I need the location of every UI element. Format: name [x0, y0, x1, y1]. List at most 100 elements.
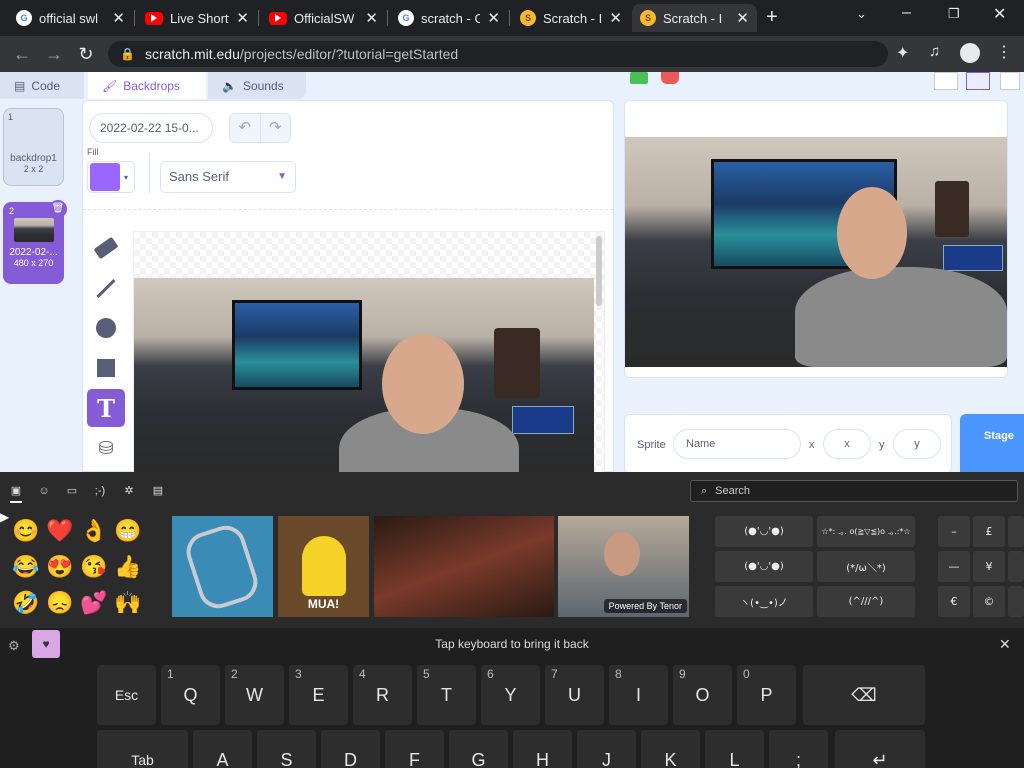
address-bar[interactable]: 🔒 scratch.mit.edu/projects/editor/?tutor… [108, 41, 888, 67]
restore-icon[interactable]: ❐ [948, 6, 960, 22]
stage-image[interactable] [625, 137, 1007, 367]
tab-sounds[interactable]: 🔈 Sounds [208, 72, 306, 99]
browser-tab[interactable]: S Scratch - Im ✕ [512, 4, 630, 32]
close-tab-icon[interactable]: ✕ [609, 9, 622, 27]
menu-kebab-icon[interactable]: ⋮ [996, 42, 1012, 62]
backdrop-tile[interactable]: 1 backdrop1 2 x 2 [3, 108, 64, 186]
canvas-scrollbar[interactable] [596, 236, 602, 306]
symbol-item-partial[interactable] [1008, 586, 1024, 617]
symbol-item[interactable]: € [938, 586, 970, 617]
key-s[interactable]: S [257, 730, 316, 768]
kaomoji-item[interactable]: (●'◡'●) [715, 516, 813, 547]
emoji-item[interactable]: 😞 [44, 588, 76, 618]
fill-tool[interactable]: ⛁ [87, 429, 125, 467]
symbol-item[interactable]: ¥ [973, 551, 1005, 582]
emoji-category-icon[interactable]: ☺ [36, 483, 52, 499]
close-tab-icon[interactable]: ✕ [236, 9, 249, 27]
key-k[interactable]: K [641, 730, 700, 768]
key-a[interactable]: A [193, 730, 252, 768]
fullscreen-icon[interactable] [1000, 72, 1020, 90]
back-icon[interactable]: ← [10, 42, 34, 66]
emoji-item[interactable]: 😍 [44, 552, 76, 582]
line-tool[interactable] [87, 269, 125, 307]
symbol-item[interactable]: £ [973, 516, 1005, 547]
key-g[interactable]: G [449, 730, 508, 768]
gif-audience[interactable] [374, 516, 554, 617]
emoji-search-input[interactable]: ⌕ Search [690, 480, 1018, 502]
browser-tab[interactable]: G scratch - G ✕ [390, 4, 508, 32]
emoji-item[interactable]: 😂 [10, 552, 42, 582]
key-t[interactable]: 5T [417, 665, 476, 725]
paint-canvas[interactable] [133, 231, 605, 472]
close-tab-icon[interactable]: ✕ [487, 9, 500, 27]
key-semicolon[interactable]: ; [769, 730, 828, 768]
kaomoji-category-icon[interactable]: ;-) [92, 483, 108, 499]
key-f[interactable]: F [385, 730, 444, 768]
gif-clippy[interactable] [172, 516, 273, 617]
kaomoji-item[interactable]: (●'◡'●) [715, 551, 813, 582]
key-backspace[interactable]: ⌫ [803, 665, 925, 725]
text-tool[interactable]: T [87, 389, 125, 427]
close-window-icon[interactable]: ✕ [993, 4, 1006, 24]
key-enter[interactable]: ↵ [835, 730, 925, 768]
rectangle-tool[interactable] [87, 349, 125, 387]
gif-category-icon[interactable]: ▭ [64, 483, 80, 499]
sprite-name-input[interactable]: Name [673, 429, 801, 459]
font-dropdown[interactable]: Sans Serif ▼ [160, 161, 296, 193]
key-o[interactable]: 9O [673, 665, 732, 725]
symbol-item[interactable]: © [973, 586, 1005, 617]
tab-backdrops[interactable]: 🖌 Backdrops [88, 72, 206, 99]
emoji-item[interactable]: 😊 [10, 516, 42, 546]
key-p[interactable]: 0P [737, 665, 796, 725]
close-tab-icon[interactable]: ✕ [112, 9, 125, 27]
minimize-icon[interactable]: – [902, 4, 911, 22]
browser-tab[interactable]: G official swl ✕ [8, 4, 133, 32]
close-tab-icon[interactable]: ✕ [365, 9, 378, 27]
key-i[interactable]: 8I [609, 665, 668, 725]
kaomoji-item[interactable]: ☆*: .｡. o(≧▽≦)o .｡.:*☆ [817, 516, 915, 547]
costume-name-input[interactable]: 2022-02-22 15-0... [89, 113, 213, 143]
delete-icon[interactable]: 🗑 [49, 200, 67, 218]
emoji-item[interactable]: 👌 [78, 516, 110, 546]
key-r[interactable]: 4R [353, 665, 412, 725]
extensions-icon[interactable]: ✦ [896, 43, 909, 63]
circle-tool[interactable] [87, 309, 125, 347]
stage-selector[interactable]: Stage [960, 414, 1024, 472]
small-stage-icon[interactable] [934, 72, 958, 90]
symbol-item-partial[interactable] [1008, 551, 1024, 582]
key-h[interactable]: H [513, 730, 572, 768]
symbols-category-icon[interactable]: ✲ [121, 483, 137, 499]
key-w[interactable]: 2W [225, 665, 284, 725]
key-j[interactable]: J [577, 730, 636, 768]
profile-avatar-icon[interactable] [960, 43, 980, 63]
eraser-tool[interactable] [87, 229, 125, 267]
key-u[interactable]: 7U [545, 665, 604, 725]
undo-icon[interactable]: ↶ [230, 114, 260, 142]
kaomoji-item[interactable]: (*/ω＼*) [817, 551, 915, 582]
key-l[interactable]: L [705, 730, 764, 768]
symbol-item[interactable]: – [938, 516, 970, 547]
clipboard-category-icon[interactable]: ▤ [150, 483, 166, 499]
symbol-item-partial[interactable] [1008, 516, 1024, 547]
kaomoji-item[interactable]: (^///^) [817, 586, 915, 617]
tab-search-icon[interactable]: ⌄ [856, 6, 867, 22]
key-y[interactable]: 6Y [481, 665, 540, 725]
fill-color-picker[interactable]: ▾ [87, 161, 135, 193]
y-input[interactable]: y [893, 429, 941, 459]
emoji-item[interactable]: 👍 [112, 552, 144, 582]
kaomoji-item[interactable]: ヽ(•‿•)ノ [715, 586, 813, 617]
green-flag-icon[interactable] [630, 72, 648, 84]
x-input[interactable]: x [823, 429, 871, 459]
media-control-icon[interactable]: ♫ [929, 43, 940, 60]
key-esc[interactable]: Esc [97, 665, 156, 725]
tab-code[interactable]: ▤ Code [0, 72, 84, 99]
browser-tab[interactable]: Live Shortw ✕ [137, 4, 257, 32]
new-tab-icon[interactable]: + [766, 6, 778, 29]
browser-tab[interactable]: OfficialSWL ✕ [261, 4, 386, 32]
stop-icon[interactable] [661, 72, 679, 84]
redo-icon[interactable]: ↷ [259, 114, 291, 142]
emoji-item[interactable]: ❤️ [44, 516, 76, 546]
emoji-item[interactable]: 💕 [78, 588, 110, 618]
emoji-item[interactable]: 🤣 [10, 588, 42, 618]
emoji-item[interactable]: 😁 [112, 516, 144, 546]
